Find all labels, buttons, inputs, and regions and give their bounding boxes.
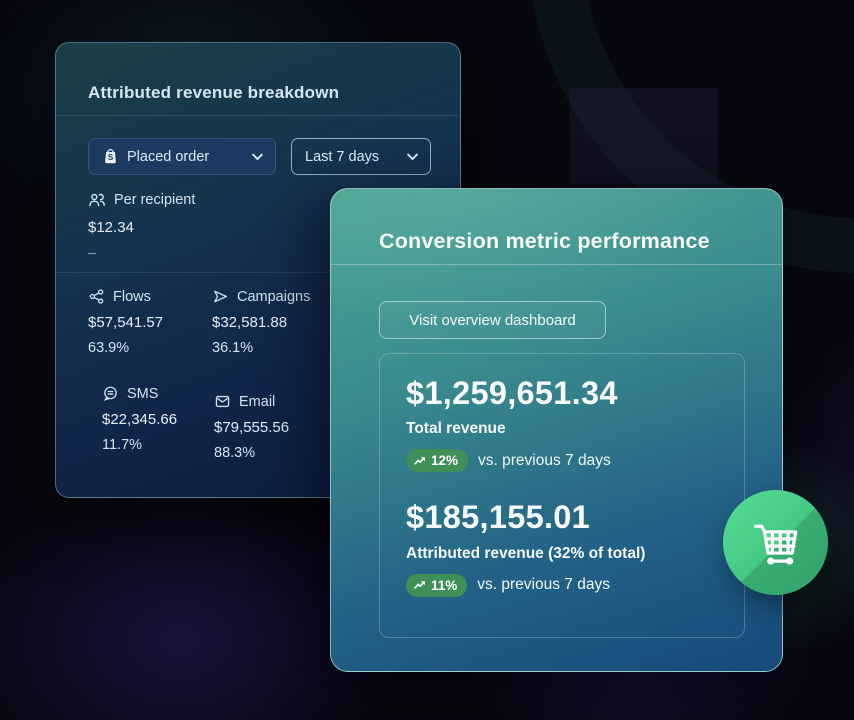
comparison-period: vs. previous 7 days	[478, 452, 611, 470]
chevron-down-icon	[252, 153, 263, 161]
tile-label: SMS	[127, 386, 158, 402]
tile-value: $22,345.66	[102, 411, 177, 428]
chevron-down-icon	[407, 153, 418, 161]
metric-tile-flows: Flows $57,541.57 63.9%	[88, 288, 163, 356]
tile-value: $57,541.57	[88, 314, 163, 331]
comparison-period: vs. previous 7 days	[477, 576, 610, 594]
tile-share: 88.3%	[214, 445, 289, 461]
attributed-revenue-value: $185,155.01	[406, 498, 718, 536]
divider	[331, 264, 782, 265]
background-rectangle	[570, 88, 718, 184]
total-revenue-metric: $1,259,651.34 Total revenue 12% vs. prev…	[406, 374, 718, 472]
tile-label: Flows	[113, 289, 151, 305]
tile-label: Email	[239, 394, 275, 410]
shopping-cart-badge	[723, 490, 828, 595]
range-dropdown-label: Last 7 days	[305, 149, 379, 165]
tile-value: $32,581.88	[212, 314, 310, 331]
tile-share: 36.1%	[212, 340, 310, 356]
per-recipient-delta: –	[88, 244, 96, 260]
attributed-revenue-label: Attributed revenue (32% of total)	[406, 545, 718, 563]
trending-up-icon	[414, 579, 426, 591]
shopify-bag-icon: S	[102, 148, 119, 165]
page-background: Attributed revenue breakdown S Placed or…	[0, 0, 854, 720]
tile-share: 63.9%	[88, 340, 163, 356]
total-revenue-label: Total revenue	[406, 420, 718, 438]
per-recipient-value: $12.34	[88, 219, 134, 236]
people-icon	[88, 191, 106, 209]
delta-badge: 12%	[406, 449, 468, 472]
per-recipient-row: Per recipient	[88, 191, 195, 209]
email-envelope-icon	[214, 393, 231, 410]
delta-value: 11%	[431, 578, 457, 593]
attributed-revenue-metric: $185,155.01 Attributed revenue (32% of t…	[406, 498, 718, 596]
attributed-revenue-title: Attributed revenue breakdown	[88, 83, 339, 103]
metric-tile-sms: SMS $22,345.66 11.7%	[102, 385, 177, 453]
conversion-metrics-box: $1,259,651.34 Total revenue 12% vs. prev…	[379, 353, 745, 638]
visit-overview-dashboard-button[interactable]: Visit overview dashboard	[379, 301, 606, 339]
metric-dropdown-label: Placed order	[127, 149, 209, 165]
metric-tile-email: Email $79,555.56 88.3%	[214, 393, 289, 461]
divider	[56, 115, 460, 116]
range-dropdown-last-7-days[interactable]: Last 7 days	[291, 138, 431, 175]
sms-chat-icon	[102, 385, 119, 402]
campaigns-send-icon	[212, 288, 229, 305]
svg-text:S: S	[108, 153, 114, 162]
tile-label: Campaigns	[237, 289, 310, 305]
metric-tile-campaigns: Campaigns $32,581.88 36.1%	[212, 288, 310, 356]
tile-share: 11.7%	[102, 437, 177, 453]
delta-badge: 11%	[406, 574, 467, 597]
per-recipient-label: Per recipient	[114, 192, 195, 208]
trending-up-icon	[414, 455, 426, 467]
tile-value: $79,555.56	[214, 419, 289, 436]
conversion-card-title: Conversion metric performance	[379, 229, 710, 254]
delta-value: 12%	[431, 453, 458, 468]
metric-dropdown-placed-order[interactable]: S Placed order	[88, 138, 276, 175]
total-revenue-value: $1,259,651.34	[406, 374, 718, 412]
conversion-performance-card: Conversion metric performance Visit over…	[330, 188, 783, 672]
shopping-cart-icon	[747, 514, 805, 572]
flows-icon	[88, 288, 105, 305]
